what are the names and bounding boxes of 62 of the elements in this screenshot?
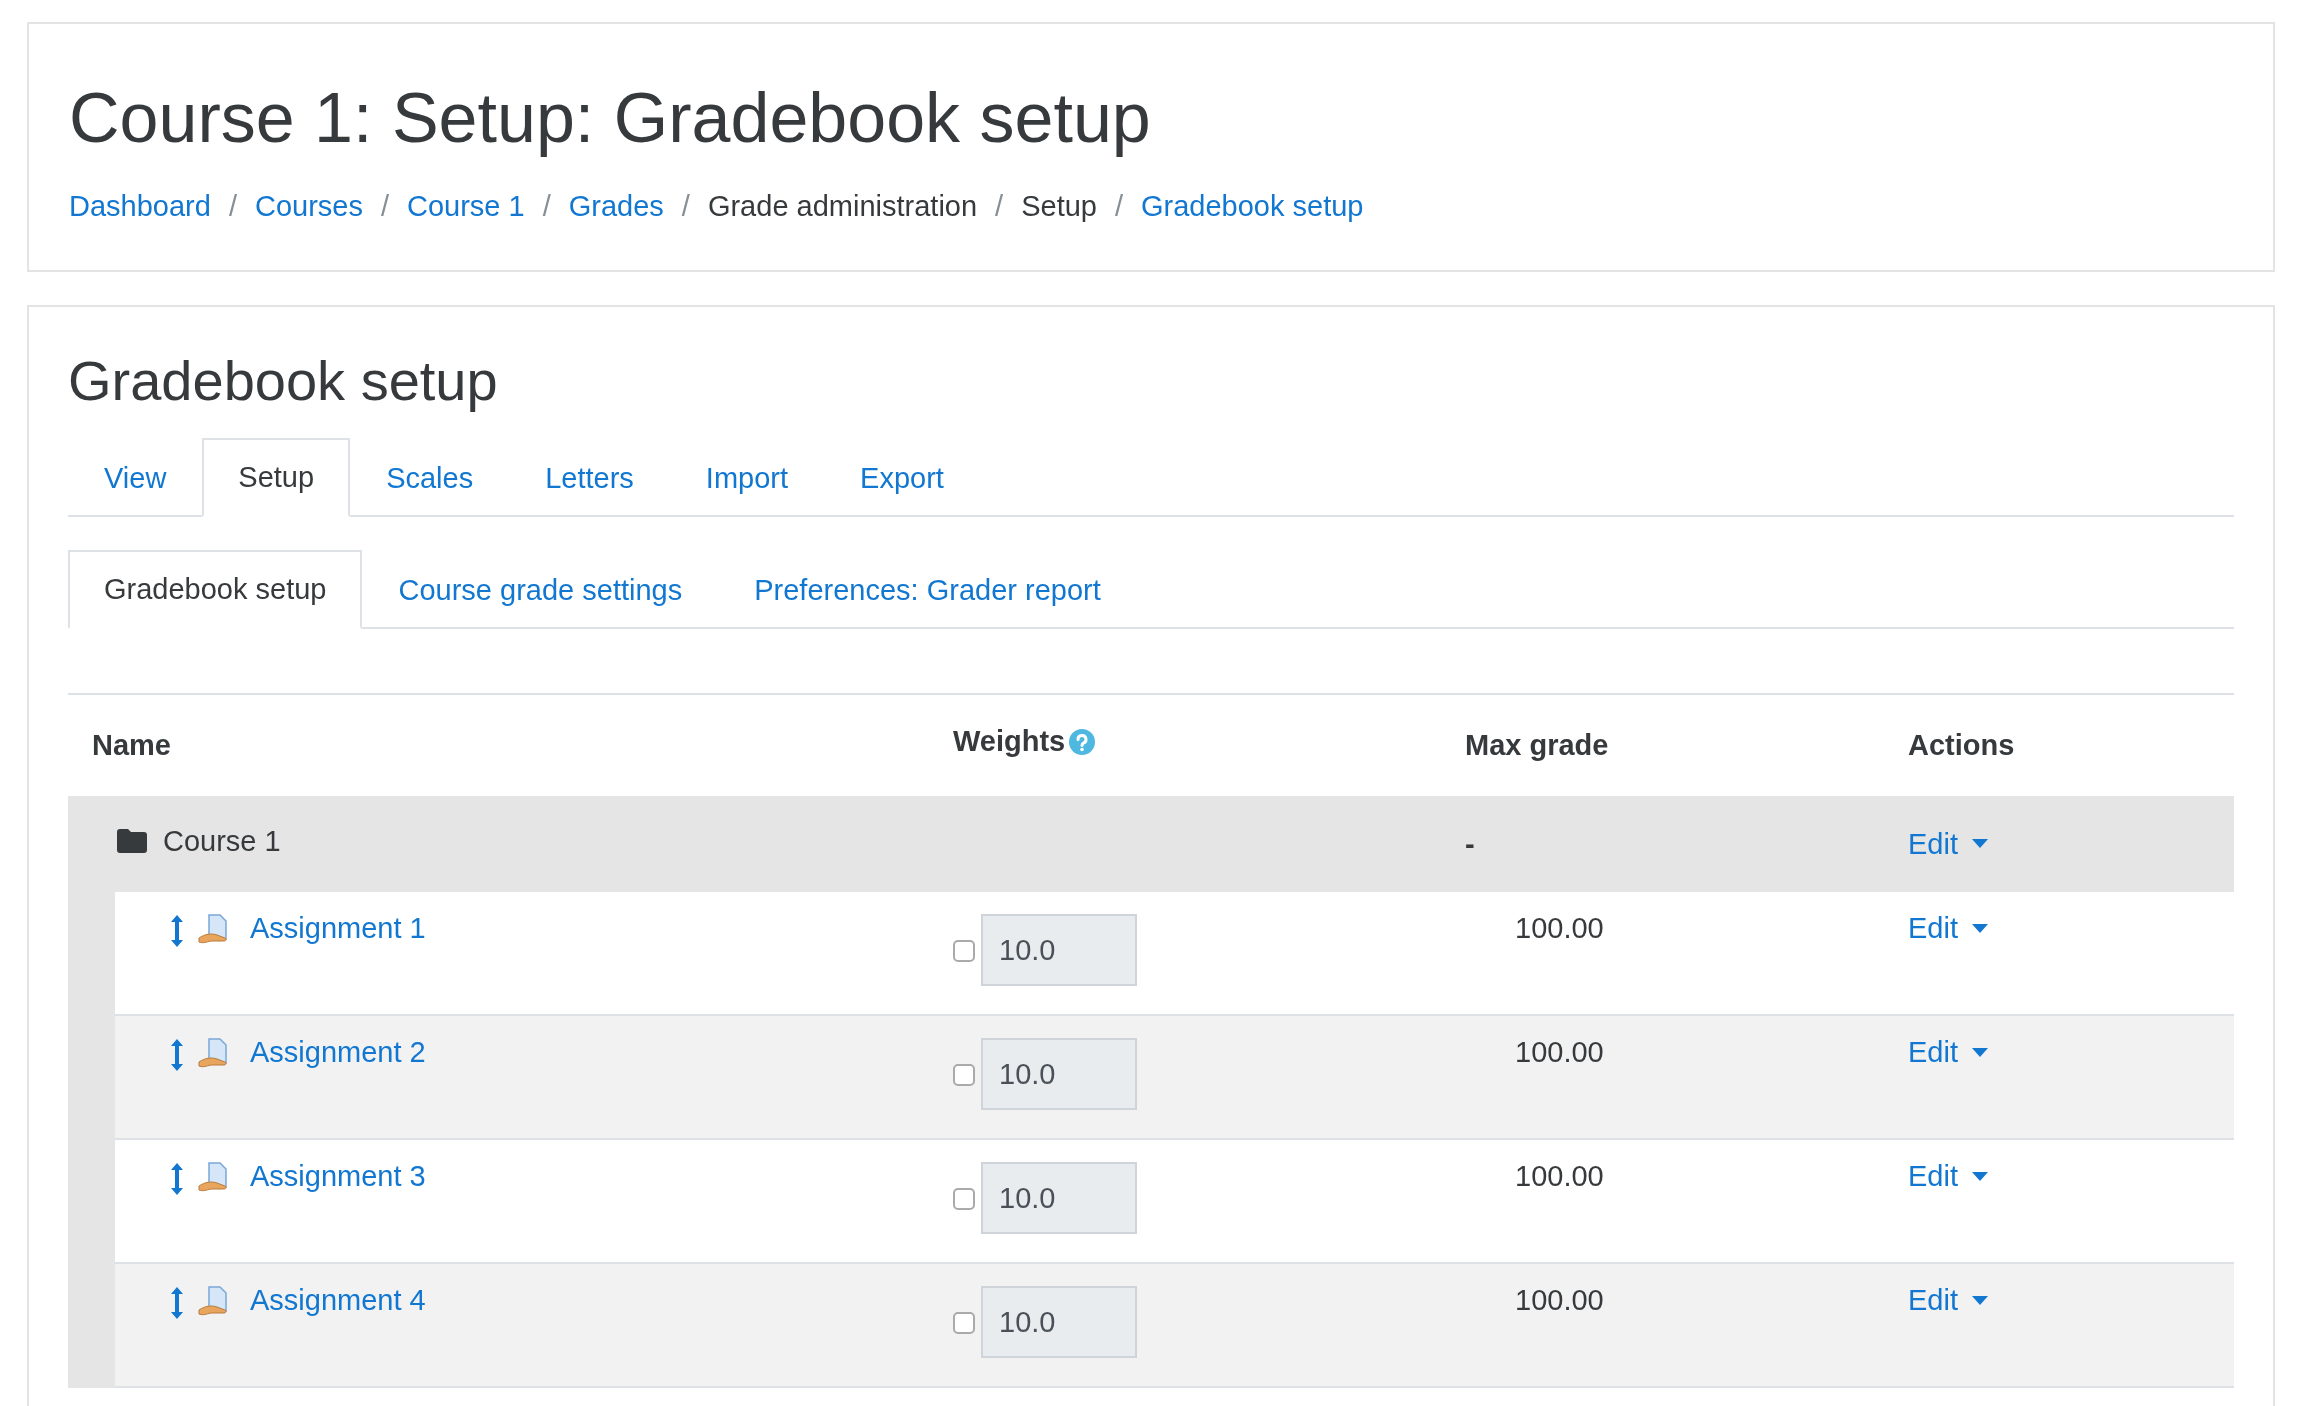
table-cell-text: 100.00: [1514, 1035, 1605, 1071]
weight-override-checkbox[interactable]: [953, 1064, 975, 1087]
assignment-link[interactable]: Assignment 4: [250, 1284, 426, 1318]
assignment-link[interactable]: Assignment 1: [250, 912, 426, 946]
breadcrumb-separator: /: [995, 190, 1004, 223]
edit-menu-button[interactable]: Edit: [1908, 1284, 1988, 1318]
tab[interactable]: Scales: [350, 438, 510, 518]
caret-icon: [1972, 923, 1988, 934]
weight-override-checkbox[interactable]: [953, 940, 975, 963]
caret-icon: [1972, 1171, 1988, 1182]
breadcrumb-item: Grade administration: [707, 190, 978, 223]
move-icon[interactable]: [170, 1286, 184, 1321]
tab[interactable]: Export: [824, 438, 980, 518]
breadcrumb-item: Setup: [1021, 190, 1097, 223]
edit-menu-button[interactable]: Edit: [1908, 1160, 1988, 1194]
caret-icon: [1972, 839, 1988, 850]
caret-icon: [1972, 1047, 1988, 1058]
page-title: Course 1: Setup: Gradebook setup: [69, 78, 1152, 159]
weight-input[interactable]: 10.0: [981, 1038, 1137, 1111]
breadcrumb-separator: /: [681, 190, 690, 223]
breadcrumb-link[interactable]: Course 1: [407, 190, 525, 223]
table-cell-text: 100.00: [1514, 1283, 1605, 1319]
assignment-link[interactable]: Assignment 2: [250, 1036, 426, 1070]
table-cell-text: 100.00: [1514, 911, 1605, 947]
breadcrumb-link[interactable]: Dashboard: [69, 190, 211, 223]
edit-menu-button[interactable]: Edit: [1908, 912, 1988, 946]
column-header: Name: [91, 729, 172, 763]
breadcrumb-separator: /: [380, 190, 389, 223]
category-name: Course 1: [163, 824, 281, 858]
column-header: Weights: [953, 725, 1066, 759]
section-heading: Gradebook setup: [68, 348, 499, 414]
move-icon[interactable]: [170, 1038, 184, 1073]
subtab[interactable]: Gradebook setup: [68, 550, 363, 630]
column-header: Actions: [1908, 729, 2016, 763]
edit-menu-button[interactable]: Edit: [1908, 827, 1988, 861]
breadcrumb-separator: /: [542, 190, 551, 223]
weight-override-checkbox[interactable]: [953, 1312, 975, 1335]
tab[interactable]: View: [68, 438, 203, 518]
breadcrumb-link[interactable]: Courses: [254, 190, 363, 223]
weight-input[interactable]: 10.0: [981, 914, 1137, 987]
subtab[interactable]: Preferences: Grader report: [718, 550, 1137, 630]
move-icon[interactable]: [170, 914, 184, 949]
table-cell-text: -: [1465, 827, 1476, 861]
assignment-link[interactable]: Assignment 3: [250, 1160, 426, 1194]
move-icon[interactable]: [170, 1162, 184, 1197]
weight-input[interactable]: 10.0: [981, 1162, 1137, 1235]
caret-icon: [1972, 1295, 1988, 1306]
edit-menu-button[interactable]: Edit: [1908, 1036, 1988, 1070]
column-header: Max grade: [1465, 729, 1610, 763]
weight-override-checkbox[interactable]: [953, 1188, 975, 1211]
help-icon[interactable]: [1069, 728, 1096, 755]
breadcrumb-separator: /: [228, 190, 237, 223]
breadcrumb-separator: /: [1114, 190, 1123, 223]
breadcrumb-link[interactable]: Grades: [568, 190, 664, 223]
breadcrumb-link[interactable]: Gradebook setup: [1141, 190, 1364, 223]
folder-icon: [117, 829, 147, 854]
tab[interactable]: Import: [669, 438, 825, 518]
table-cell-text: 100.00: [1514, 1159, 1605, 1195]
tab[interactable]: Letters: [509, 438, 670, 518]
weight-input[interactable]: 10.0: [981, 1286, 1137, 1359]
subtab[interactable]: Course grade settings: [362, 550, 719, 630]
tab[interactable]: Setup: [202, 438, 351, 518]
